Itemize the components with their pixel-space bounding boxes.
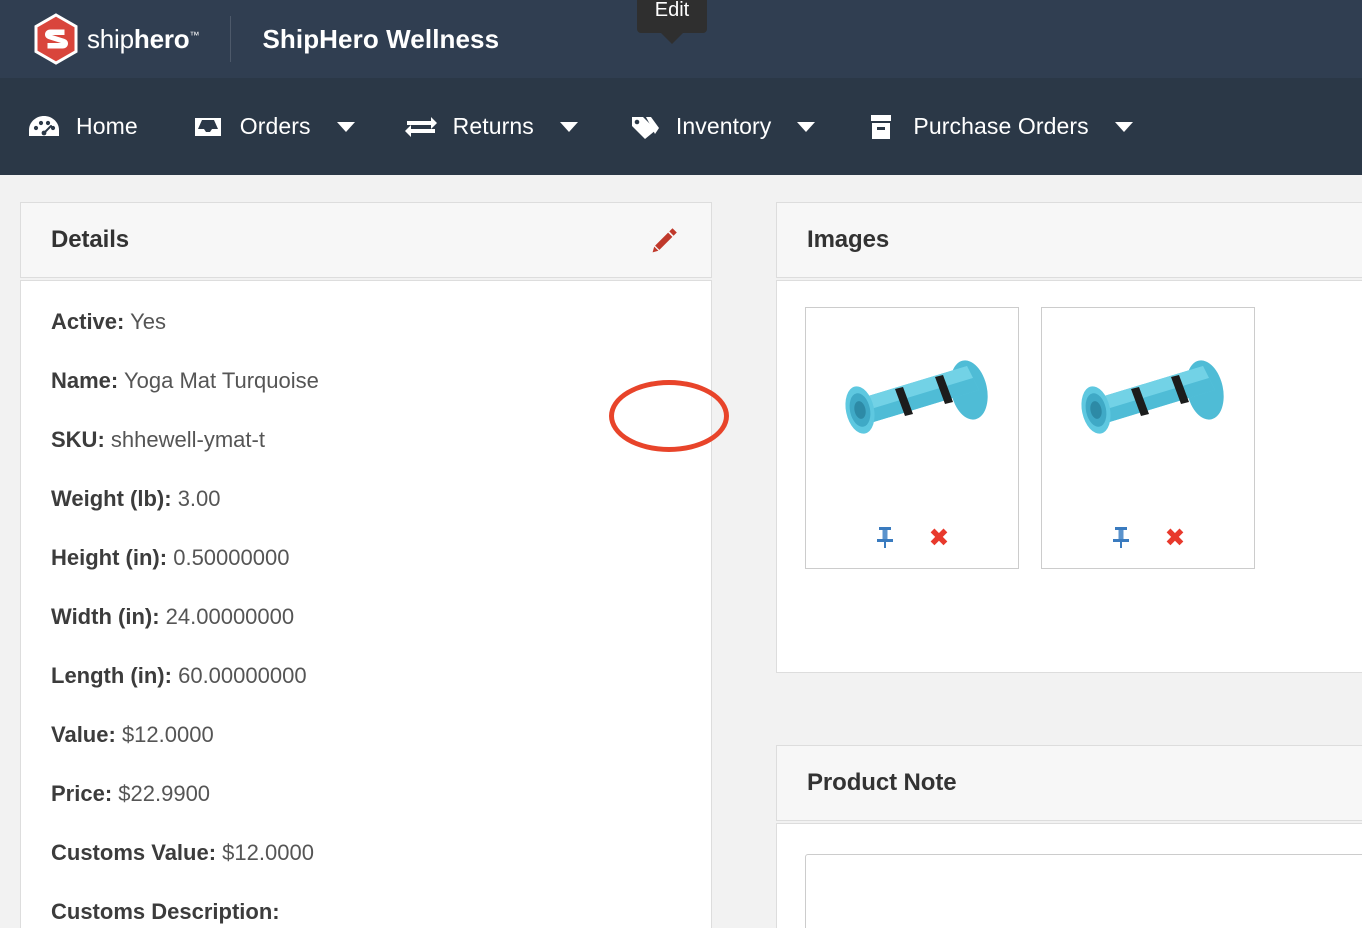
detail-row: Name: Yoga Mat Turquoise [51,370,681,392]
header-divider [230,16,232,62]
yoga-mat-image [1081,360,1224,434]
detail-label-length: Length (in): [51,663,172,688]
chevron-down-icon-purchase-orders[interactable] [1114,121,1133,132]
detail-label-customs-value: Customs Value: [51,840,217,865]
nav-label-orders: Orders [239,113,311,139]
detail-row: Price: $22.9900 [51,783,681,805]
chevron-down-icon-returns[interactable] [559,121,578,132]
chevron-down-icon-inventory[interactable] [797,121,816,132]
detail-value-weight: 3.00 [177,486,221,511]
dashboard-gauge-icon [26,112,62,142]
inbox-icon [190,112,226,142]
brand-wordmark-light: ship [87,24,134,54]
image-thumbnail[interactable]: ✖ [1041,307,1255,569]
pencil-edit-icon [652,228,677,253]
detail-value-customs-value: $12.0000 [222,840,314,865]
edit-pencil-button[interactable] [643,218,687,262]
detail-label-name: Name: [51,368,119,393]
x-delete-icon[interactable]: ✖ [1162,524,1188,550]
shiphero-hexagon-logo [34,13,78,65]
brand-wordmark-bold: hero [133,24,190,54]
detail-value-height: 0.50000000 [173,545,290,570]
tags-icon [626,112,662,142]
archive-box-icon [863,112,899,142]
detail-row: Length (in): 60.00000000 [51,665,681,687]
detail-value-active: Yes [130,309,166,334]
detail-row: Weight (lb): 3.00 [51,488,681,510]
account-title: ShipHero Wellness [262,23,500,54]
nav-label-home: Home [76,113,138,139]
nav-label-inventory: Inventory [675,113,772,139]
detail-label-price: Price: [51,781,113,806]
detail-label-value: Value: [51,722,116,747]
detail-value-sku: shhewell-ymat-t [110,427,265,452]
brand-logo-link[interactable]: shiphero™ [30,13,199,65]
pushpin-icon[interactable] [872,524,898,550]
detail-row: Width (in): 24.00000000 [51,606,681,628]
product-note-panel-title: Product Note [807,769,957,796]
page-content: Details Active: Yes Name: Yoga Mat Turqu… [0,175,1362,928]
images-panel-body: ✖ ✖ [776,280,1362,673]
nav-item-returns[interactable]: Returns [403,78,578,175]
thumbnail-actions: ✖ [872,524,952,550]
pushpin-icon[interactable] [1108,524,1134,550]
brand-wordmark: shiphero™ [87,26,199,52]
nav-item-inventory[interactable]: Inventory [626,78,816,175]
nav-item-purchase-orders[interactable]: Purchase Orders [863,78,1133,175]
detail-label-sku: SKU: [51,427,105,452]
detail-label-customs-description: Customs Description: [51,899,280,924]
detail-row: SKU: shhewell-ymat-t [51,429,681,451]
nav-label-returns: Returns [452,113,534,139]
detail-value-value: $12.0000 [121,722,214,747]
images-panel-title: Images [807,226,890,253]
details-panel-body: Active: Yes Name: Yoga Mat Turquoise SKU… [20,280,712,928]
nav-item-orders[interactable]: Orders [190,78,355,175]
thumbnail-actions: ✖ [1108,524,1188,550]
detail-value-length: 60.00000000 [178,663,307,688]
chevron-down-icon-orders[interactable] [336,121,355,132]
nav-label-purchase-orders: Purchase Orders [913,113,1089,139]
detail-row: Active: Yes [51,311,681,333]
image-thumbnail-grid: ✖ ✖ [805,307,1362,569]
product-note-panel-body [776,823,1362,928]
detail-label-weight: Weight (lb): [51,486,172,511]
exchange-arrows-icon [403,112,439,142]
detail-label-active: Active: [51,309,125,334]
yoga-mat-image [845,360,988,434]
main-navigation: Home Orders Returns Inventory Purchase O… [0,78,1362,175]
edit-tooltip: Edit [637,0,707,44]
detail-value-width: 24.00000000 [165,604,295,629]
image-thumbnail[interactable]: ✖ [805,307,1019,569]
nav-item-home[interactable]: Home [26,78,138,175]
detail-row: Customs Value: $12.0000 [51,842,681,864]
x-delete-icon[interactable]: ✖ [926,524,952,550]
details-panel-title: Details [51,226,130,253]
product-note-panel-header: Product Note [776,745,1362,821]
details-panel-header: Details [20,202,712,278]
detail-value-name: Yoga Mat Turquoise [123,368,319,393]
detail-row: Value: $12.0000 [51,724,681,746]
detail-value-price: $22.9900 [118,781,211,806]
detail-row: Height (in): 0.50000000 [51,547,681,569]
detail-row: Customs Description: [51,901,681,923]
detail-label-height: Height (in): [51,545,168,570]
images-panel-header: Images [776,202,1362,278]
product-note-textarea[interactable] [805,854,1362,928]
detail-label-width: Width (in): [51,604,160,629]
brand-wordmark-tm: ™ [189,30,200,42]
